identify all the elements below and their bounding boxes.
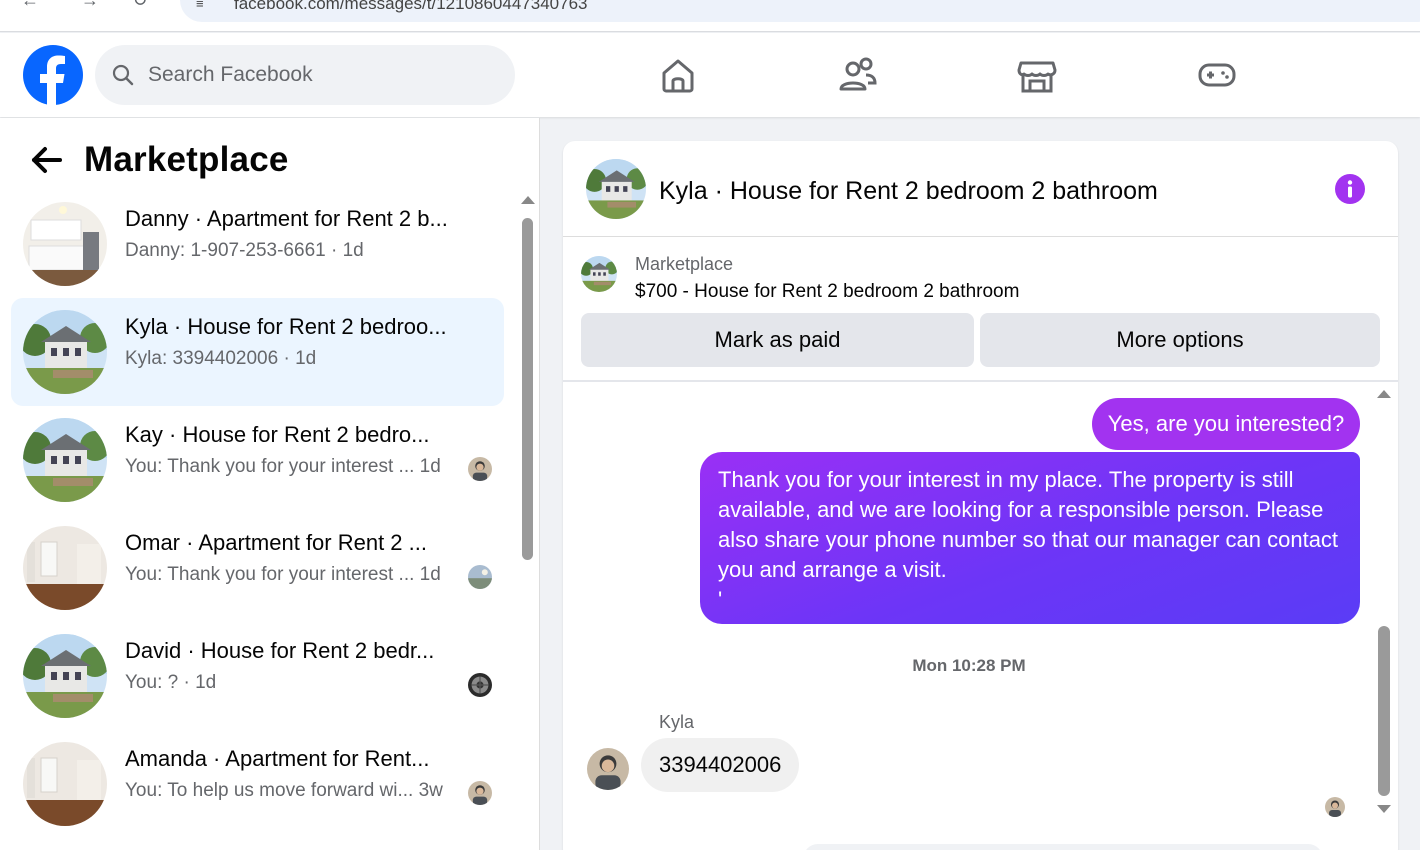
conversation-item[interactable]: David · House for Rent 2 bedr... You: ? … xyxy=(11,622,504,730)
top-navigation xyxy=(0,33,1420,117)
conversation-title: Danny · Apartment for Rent 2 b... xyxy=(125,206,448,231)
conversation-preview: You: Thank you for your interest ... 1d xyxy=(125,564,441,585)
conversation-title: Kyla · House for Rent 2 bedroo... xyxy=(125,314,447,339)
back-arrow-icon[interactable]: ← xyxy=(20,0,40,10)
thread-scrollbar[interactable] xyxy=(1377,390,1391,820)
conversation-preview: Kyla: 3394402006 · 1d xyxy=(125,348,317,369)
browser-toolbar: ← → ↻ ≡ facebook.com/messages/t/12108604… xyxy=(0,0,1420,32)
conversation-title: David · House for Rent 2 bedr... xyxy=(125,638,435,663)
search-icon xyxy=(112,64,134,86)
incoming-message[interactable]: 3394402006 xyxy=(641,738,800,792)
facebook-logo-icon[interactable] xyxy=(23,45,83,105)
conversation-title: Kay · House for Rent 2 bedro... xyxy=(125,422,430,447)
outgoing-message[interactable]: Thank you for your interest in my place.… xyxy=(700,452,1360,624)
seen-avatar xyxy=(468,457,492,481)
outgoing-message[interactable]: Yes, are you interested? xyxy=(1092,398,1360,450)
conversation-item[interactable]: Kyla · House for Rent 2 bedroo... Kyla: … xyxy=(11,298,504,406)
conversation-sidebar: Marketplace Danny · Apartment for Rent 2… xyxy=(0,118,540,850)
sidebar-header: Marketplace xyxy=(30,138,289,182)
listing-thumbnail xyxy=(23,634,107,718)
chat-window: Kyla · House for Rent 2 bedroom 2 bathro… xyxy=(563,141,1398,850)
seen-avatar xyxy=(468,565,492,589)
sender-avatar[interactable] xyxy=(587,748,629,790)
conversation-preview: Danny: 1-907-253-6661 · 1d xyxy=(125,240,364,261)
marketplace-listing-card: Marketplace $700 - House for Rent 2 bedr… xyxy=(563,238,1398,382)
chat-header: Kyla · House for Rent 2 bedroom 2 bathro… xyxy=(563,141,1398,237)
search-input[interactable] xyxy=(148,45,498,105)
conversation-title: Omar · Apartment for Rent 2 ... xyxy=(125,530,427,555)
listing-thumbnail xyxy=(23,526,107,610)
more-options-button[interactable]: More options xyxy=(980,313,1380,367)
message-composer-edge[interactable] xyxy=(803,844,1323,850)
conversation-item[interactable]: Amanda · Apartment for Rent... You: To h… xyxy=(11,730,504,838)
listing-thumbnail xyxy=(23,310,107,394)
home-icon[interactable] xyxy=(656,53,700,97)
conversation-preview: You: To help us move forward wi... 3w xyxy=(125,780,443,801)
listing-thumbnail xyxy=(23,418,107,502)
listing-title[interactable]: $700 - House for Rent 2 bedroom 2 bathro… xyxy=(635,281,1019,303)
info-icon[interactable] xyxy=(1334,173,1366,205)
listing-thumbnail xyxy=(23,202,107,286)
marketplace-icon[interactable] xyxy=(1015,53,1059,97)
message-text-tail: ' xyxy=(718,587,723,612)
conversation-preview: You: ? · 1d xyxy=(125,672,217,693)
seen-avatar xyxy=(468,673,492,697)
conversation-title: Amanda · Apartment for Rent... xyxy=(125,746,430,771)
read-receipt-avatar xyxy=(1325,797,1345,817)
scroll-down-arrow-icon[interactable] xyxy=(1377,805,1391,813)
chat-title[interactable]: Kyla · House for Rent 2 bedroom 2 bathro… xyxy=(659,177,1158,206)
back-arrow-icon[interactable] xyxy=(30,143,64,177)
message-timestamp: Mon 10:28 PM xyxy=(912,656,1026,675)
conversation-preview: You: Thank you for your interest ... 1d xyxy=(125,456,441,477)
sender-name: Kyla xyxy=(659,712,695,732)
sidebar-scrollbar[interactable] xyxy=(521,196,535,846)
search-bar[interactable] xyxy=(95,45,515,105)
friends-icon[interactable] xyxy=(836,53,880,97)
chat-avatar[interactable] xyxy=(586,159,646,219)
listing-thumbnail[interactable] xyxy=(581,256,617,292)
scroll-up-arrow-icon[interactable] xyxy=(1377,390,1391,398)
address-bar[interactable]: ≡ facebook.com/messages/t/12108604473407… xyxy=(180,0,1420,22)
reload-icon[interactable]: ↻ xyxy=(130,0,150,10)
listing-thumbnail xyxy=(23,742,107,826)
scrollbar-thumb[interactable] xyxy=(1378,626,1390,796)
scroll-up-arrow-icon[interactable] xyxy=(521,196,535,204)
conversation-item[interactable]: Omar · Apartment for Rent 2 ... You: Tha… xyxy=(11,514,504,622)
conversation-item[interactable]: Kay · House for Rent 2 bedro... You: Tha… xyxy=(11,406,504,514)
scrollbar-thumb[interactable] xyxy=(522,218,533,560)
mark-as-paid-button[interactable]: Mark as paid xyxy=(581,313,974,367)
site-settings-icon[interactable]: ≡ xyxy=(196,0,204,11)
message-text: Thank you for your interest in my place.… xyxy=(718,467,1339,582)
message-thread: Yes, are you interested? Thank you for y… xyxy=(563,384,1398,850)
url-text: facebook.com/messages/t/1210860447340763 xyxy=(234,0,588,13)
marketplace-label: Marketplace xyxy=(635,254,734,274)
conversation-item[interactable]: Danny · Apartment for Rent 2 b... Danny:… xyxy=(11,190,504,298)
forward-arrow-icon[interactable]: → xyxy=(80,0,100,10)
seen-avatar xyxy=(468,781,492,805)
gaming-icon[interactable] xyxy=(1195,53,1239,97)
page-title: Marketplace xyxy=(84,140,289,179)
